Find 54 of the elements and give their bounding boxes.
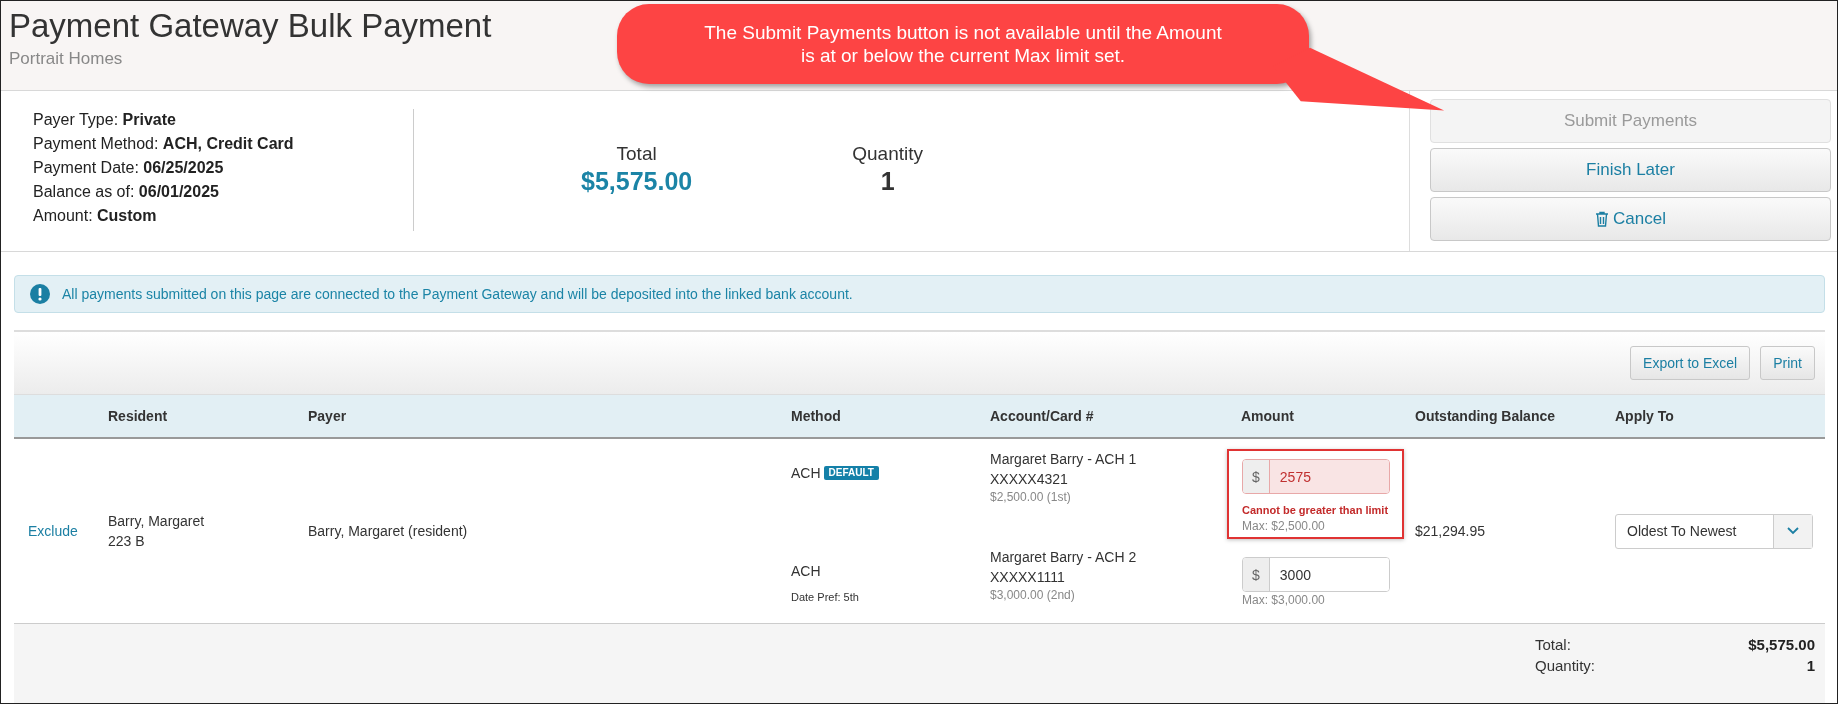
alert-text: All payments submitted on this page are connected to the Payment Gateway and will be deposited into the linked bank account. [62, 286, 853, 302]
amount-field[interactable]: $ 3000 [1242, 557, 1390, 592]
method-text: ACH [791, 464, 821, 483]
default-badge: DEFAULT [823, 466, 879, 480]
account-name: Margaret Barry - ACH 1 [990, 450, 1138, 469]
method-text: ACH [791, 562, 821, 581]
chevron-down-icon [1787, 527, 1799, 535]
page-title: Payment Gateway Bulk Payment [9, 7, 492, 45]
account-name: Margaret Barry - ACH 2 [990, 548, 1138, 567]
resident-text: Barry, Margaret [108, 512, 206, 531]
exclamation-icon [30, 284, 50, 304]
page-subtitle: Portrait Homes [9, 49, 123, 69]
toolbar-button[interactable]: Export to Excel [1630, 346, 1751, 380]
column-header: Payer [308, 408, 348, 424]
trash-icon [1595, 211, 1610, 227]
amount-field[interactable]: $ 2575 [1242, 459, 1390, 494]
action-button[interactable]: Cancel [1430, 197, 1831, 241]
summary-detail: Balance as of: 06/01/2025 [33, 183, 220, 201]
balance-text: $21,294.95 [1415, 522, 1487, 541]
footer-label: Total: [1535, 636, 1571, 653]
account-number: XXXXX4321 [990, 470, 1069, 489]
payer-text: Barry, Margaret (resident) [308, 522, 469, 541]
column-header: Amount [1241, 408, 1295, 424]
column-header: Method [791, 408, 842, 424]
column-header: Apply To [1615, 408, 1675, 424]
apply-to-dropdown[interactable]: Oldest To Newest [1615, 513, 1813, 549]
account-number: XXXXX1111 [990, 568, 1066, 587]
column-header: Account/Card # [990, 408, 1095, 424]
summary-detail: Payment Method: ACH, Credit Card [33, 135, 295, 153]
max-limit: Max: $3,000.00 [1242, 592, 1326, 608]
max-limit: Max: $2,500.00 [1242, 518, 1326, 534]
footer-value: 1 [1806, 657, 1815, 674]
date-preference: Date Pref: 5th [791, 590, 860, 605]
stat-value: 1 [879, 167, 896, 196]
currency-addon: $ [1243, 460, 1270, 493]
stat-value: $5,575.00 [581, 167, 693, 196]
summary-detail: Payer Type: Private [33, 111, 177, 129]
column-header: Resident [108, 408, 169, 424]
account-limit: $2,500.00 (1st) [990, 489, 1072, 505]
footer-value: $5,575.00 [1748, 636, 1815, 653]
column-header: Outstanding Balance [1415, 408, 1557, 424]
summary-detail: Amount: Custom [33, 207, 158, 225]
action-button[interactable]: Finish Later [1430, 148, 1831, 192]
stat-label: Quantity [852, 143, 923, 165]
toolbar-button[interactable]: Print [1760, 346, 1815, 380]
stat-label: Total [615, 143, 658, 165]
currency-addon: $ [1243, 558, 1270, 591]
exclude-link[interactable]: Exclude [28, 521, 108, 541]
account-limit: $3,000.00 (2nd) [990, 587, 1076, 603]
summary-detail: Payment Date: 06/25/2025 [33, 159, 225, 177]
callout-bubble: The Submit Payments button is not available until the Amount is at or below the current Max limit set. [617, 4, 1309, 84]
footer-label: Quantity: [1535, 657, 1596, 674]
resident-text: 223 B [108, 532, 146, 551]
error-message: Cannot be greater than limit [1242, 503, 1390, 518]
